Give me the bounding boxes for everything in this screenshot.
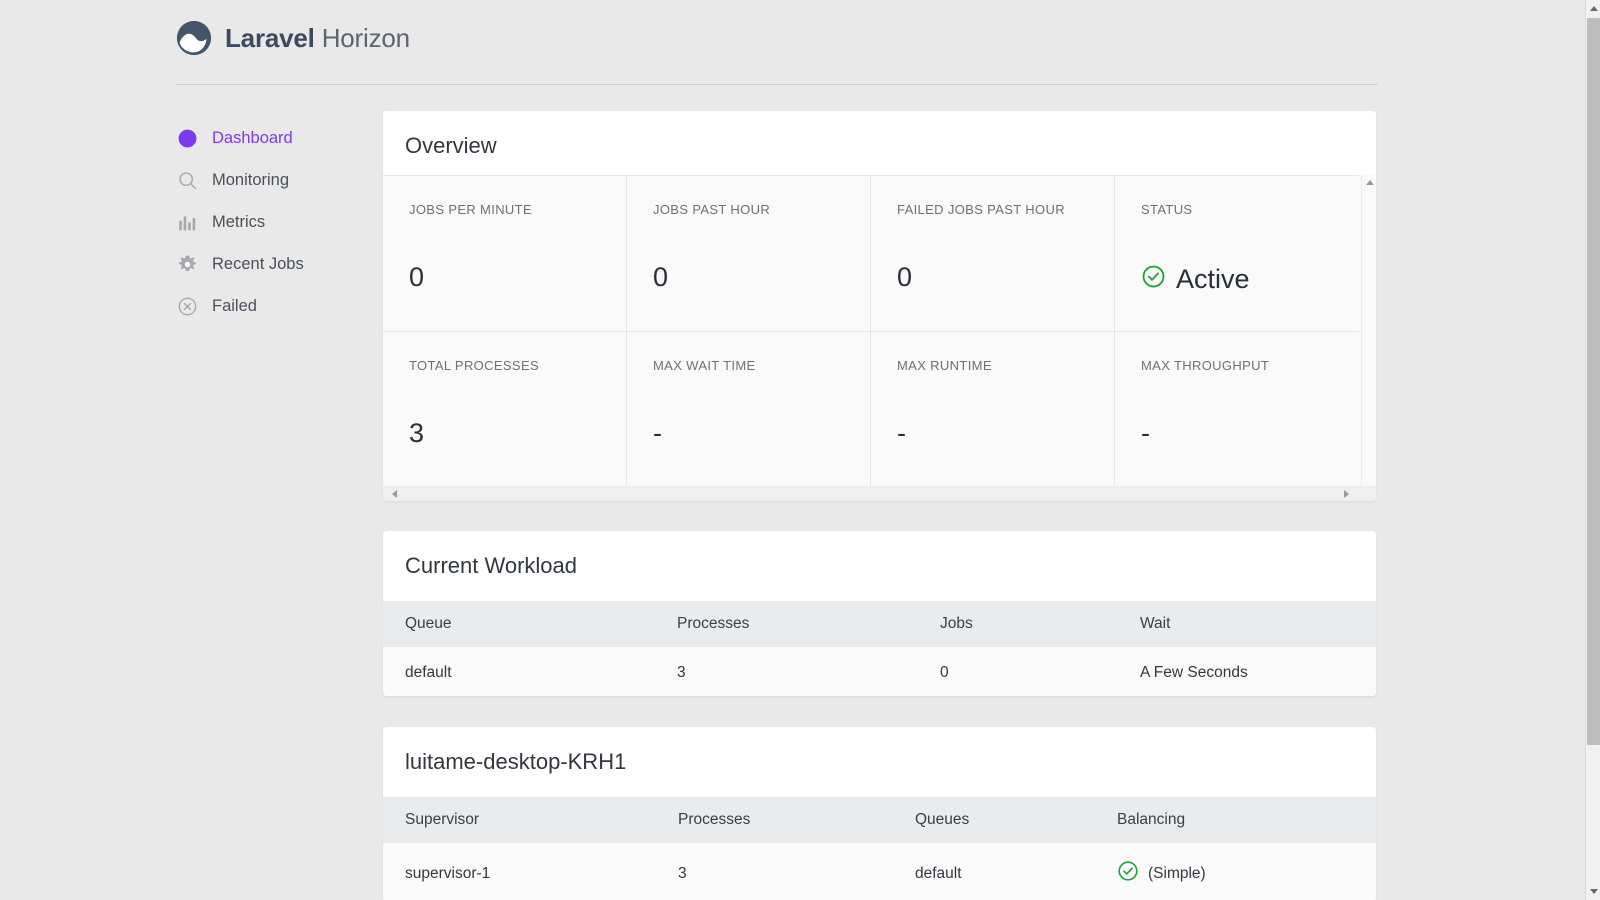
table-header-row: Supervisor Processes Queues Balancing bbox=[383, 797, 1376, 844]
stat-max-runtime: MAX RUNTIME - bbox=[871, 331, 1115, 487]
overview-title: Overview bbox=[405, 133, 497, 158]
table-row: default 3 0 A Few Seconds bbox=[383, 647, 1376, 696]
cell-balancing: (Simple) bbox=[1095, 843, 1376, 900]
balancing-text: (Simple) bbox=[1148, 864, 1206, 882]
stat-value-group: Active bbox=[1141, 264, 1359, 294]
scrollbar-thumb[interactable] bbox=[1587, 18, 1600, 745]
stat-label: JOBS PAST HOUR bbox=[653, 202, 771, 217]
table-header-row: Queue Processes Jobs Wait bbox=[383, 601, 1376, 648]
triangle-right-icon[interactable] bbox=[1339, 486, 1354, 501]
circle-check-icon bbox=[1117, 860, 1139, 887]
stat-label: JOBS PER MINUTE bbox=[409, 202, 532, 217]
sidebar-item-label: Metrics bbox=[212, 212, 266, 231]
supervisor-host-title: luitame-desktop-KRH1 bbox=[405, 749, 627, 774]
stat-value: - bbox=[1141, 418, 1150, 448]
overview-stats-scroll-region: JOBS PER MINUTE 0 JOBS PAST HOUR 0 FAILE… bbox=[383, 175, 1376, 501]
cell-jobs: 0 bbox=[918, 647, 1118, 696]
sidebar-item-monitoring[interactable]: Monitoring bbox=[176, 159, 366, 201]
stat-label: MAX RUNTIME bbox=[897, 358, 992, 373]
triangle-up-icon[interactable] bbox=[1362, 175, 1376, 190]
cell-processes: 3 bbox=[655, 647, 918, 696]
balancing-group: (Simple) bbox=[1117, 860, 1376, 887]
stat-value: - bbox=[653, 418, 662, 448]
stat-label: STATUS bbox=[1141, 202, 1193, 217]
stat-label: TOTAL PROCESSES bbox=[409, 358, 539, 373]
stat-failed-jobs-past-hour: FAILED JOBS PAST HOUR 0 bbox=[871, 175, 1115, 331]
current-workload-table: Queue Processes Jobs Wait default 3 0 A … bbox=[383, 601, 1376, 696]
column-header-processes: Processes bbox=[655, 601, 918, 648]
supervisor-table: Supervisor Processes Queues Balancing su… bbox=[383, 797, 1376, 900]
header-divider bbox=[176, 84, 1378, 85]
cell-processes: 3 bbox=[656, 843, 893, 900]
overview-header: Overview bbox=[383, 111, 1376, 175]
sidebar-item-label: Dashboard bbox=[212, 128, 293, 147]
triangle-left-icon[interactable] bbox=[387, 486, 402, 501]
stat-value: - bbox=[897, 418, 906, 448]
app-masthead: Laravel Horizon bbox=[176, 20, 410, 56]
sidebar-item-label: Recent Jobs bbox=[212, 254, 304, 273]
circle-x-icon bbox=[176, 295, 198, 317]
page-viewport: Laravel Horizon Dashboard Monitoring Met… bbox=[0, 0, 1585, 900]
cell-queue: default bbox=[383, 647, 655, 696]
column-header-supervisor: Supervisor bbox=[383, 797, 656, 844]
column-header-jobs: Jobs bbox=[918, 601, 1118, 648]
circle-check-icon bbox=[1141, 264, 1166, 294]
stat-value: 0 bbox=[409, 262, 425, 292]
brand-name-light: Horizon bbox=[321, 22, 410, 53]
column-header-wait: Wait bbox=[1118, 601, 1376, 648]
gauge-icon bbox=[176, 127, 198, 149]
column-header-processes: Processes bbox=[656, 797, 893, 844]
sidebar-item-dashboard[interactable]: Dashboard bbox=[176, 117, 366, 159]
column-header-queues: Queues bbox=[893, 797, 1095, 844]
browser-vertical-scrollbar[interactable] bbox=[1585, 0, 1600, 900]
sidebar-item-recent-jobs[interactable]: Recent Jobs bbox=[176, 243, 366, 285]
cell-queues: default bbox=[893, 843, 1095, 900]
search-icon bbox=[176, 169, 198, 191]
stat-value: 0 bbox=[653, 262, 669, 292]
stat-max-throughput: MAX THROUGHPUT - bbox=[1115, 331, 1359, 487]
supervisor-card: luitame-desktop-KRH1 Supervisor Processe… bbox=[383, 727, 1376, 900]
sidebar-item-metrics[interactable]: Metrics bbox=[176, 201, 366, 243]
stat-jobs-past-hour: JOBS PAST HOUR 0 bbox=[627, 175, 871, 331]
cell-wait: A Few Seconds bbox=[1118, 647, 1376, 696]
stat-label: MAX WAIT TIME bbox=[653, 358, 756, 373]
current-workload-title: Current Workload bbox=[405, 553, 577, 578]
overview-card: Overview JOBS PER MINUTE 0 JOBS PAST HOU… bbox=[383, 111, 1376, 501]
brand-name-bold: Laravel bbox=[225, 22, 315, 53]
stat-value: 0 bbox=[897, 262, 913, 292]
triangle-down-icon[interactable] bbox=[1586, 883, 1600, 900]
stat-label: MAX THROUGHPUT bbox=[1141, 358, 1270, 373]
app-title: Laravel Horizon bbox=[225, 23, 410, 54]
stat-status: STATUS Active bbox=[1115, 175, 1359, 331]
stat-label: FAILED JOBS PAST HOUR bbox=[897, 202, 1065, 217]
stat-max-wait-time: MAX WAIT TIME - bbox=[627, 331, 871, 487]
sidebar-item-failed[interactable]: Failed bbox=[176, 285, 366, 327]
column-header-balancing: Balancing bbox=[1095, 797, 1376, 844]
sidebar-item-label: Failed bbox=[212, 296, 257, 315]
gear-icon bbox=[176, 253, 198, 275]
sidebar-nav: Dashboard Monitoring Metrics Recent Jobs… bbox=[176, 117, 366, 327]
stat-jobs-per-minute: JOBS PER MINUTE 0 bbox=[383, 175, 627, 331]
stat-value: 3 bbox=[409, 418, 425, 448]
horizon-logo-icon bbox=[176, 20, 212, 56]
overview-stats-grid: JOBS PER MINUTE 0 JOBS PAST HOUR 0 FAILE… bbox=[383, 175, 1359, 487]
bar-chart-icon bbox=[176, 211, 198, 233]
table-row: supervisor-1 3 default (Simple) bbox=[383, 843, 1376, 900]
current-workload-card: Current Workload Queue Processes Jobs Wa… bbox=[383, 531, 1376, 696]
cell-supervisor: supervisor-1 bbox=[383, 843, 656, 900]
sidebar-item-label: Monitoring bbox=[212, 170, 290, 189]
overview-horizontal-scrollbar[interactable] bbox=[383, 486, 1376, 501]
triangle-up-icon[interactable] bbox=[1586, 0, 1600, 17]
column-header-queue: Queue bbox=[383, 601, 655, 648]
status-text: Active bbox=[1176, 263, 1250, 294]
overview-vertical-scrollbar[interactable] bbox=[1361, 175, 1376, 501]
stat-total-processes: TOTAL PROCESSES 3 bbox=[383, 331, 627, 487]
